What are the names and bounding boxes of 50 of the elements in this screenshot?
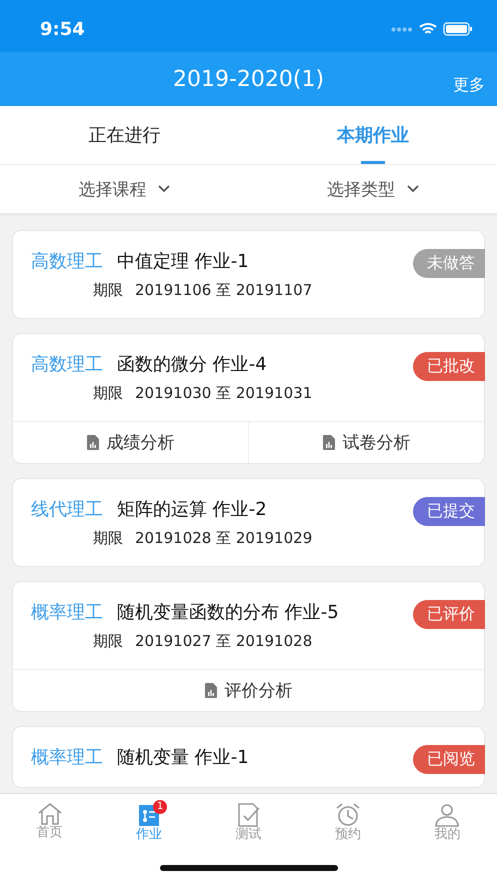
tab[interactable]: 正在进行 <box>0 106 248 164</box>
deadline-label: 期限 <box>93 281 123 300</box>
filter-dropdown[interactable]: 选择类型 <box>324 176 421 202</box>
assignment-title: 函数的微分 作业-4 <box>117 353 267 376</box>
status-badge: 已提交 <box>413 497 485 526</box>
assignment-title: 随机变量函数的分布 作业-5 <box>117 601 339 624</box>
course-name: 概率理工 <box>31 601 103 624</box>
chevron-down-icon <box>406 185 419 193</box>
chart-document-icon <box>204 683 216 698</box>
nav-tab[interactable]: 作业 1 <box>99 794 199 852</box>
checklist-icon <box>236 802 262 828</box>
signal-icon <box>391 26 413 32</box>
assignment-card[interactable]: 概率理工 随机变量函数的分布 作业-5 期限 20191027 至 20191028 已评价 评价分析 <box>12 581 485 712</box>
status-badge: 已阅览 <box>413 745 485 774</box>
chevron-down-icon <box>158 185 170 193</box>
count-badge: 1 <box>153 800 168 814</box>
deadline-label: 期限 <box>93 384 123 403</box>
assignment-title: 中值定理 作业-1 <box>117 250 249 273</box>
assignment-card[interactable]: 概率理工 随机变量 作业-1 已阅览 <box>12 726 485 788</box>
alarm-clock-icon <box>334 802 361 828</box>
assignment-card[interactable]: 高数理工 中值定理 作业-1 期限 20191106 至 20191107 未做答 <box>12 230 485 319</box>
course-name: 高数理工 <box>31 250 103 273</box>
deadline-label: 期限 <box>93 632 123 651</box>
deadline-dates: 20191106 至 20191107 <box>135 281 312 300</box>
analysis-button[interactable]: 试卷分析 <box>248 422 484 463</box>
analysis-button[interactable]: 成绩分析 <box>13 422 248 463</box>
deadline-dates: 20191030 至 20191031 <box>135 384 312 403</box>
user-icon <box>434 802 460 828</box>
house-icon <box>36 802 63 826</box>
assignment-title: 矩阵的运算 作业-2 <box>117 498 267 521</box>
status-badge: 未做答 <box>413 249 485 278</box>
course-name: 线代理工 <box>31 498 103 521</box>
status-badge: 已批改 <box>413 352 485 381</box>
assignment-title: 随机变量 作业-1 <box>117 746 249 769</box>
deadline-label: 期限 <box>93 529 123 548</box>
wifi-icon <box>419 22 437 36</box>
course-name: 概率理工 <box>31 746 103 769</box>
status-badge: 已评价 <box>413 600 485 629</box>
chart-document-icon <box>86 435 98 450</box>
battery-icon <box>443 22 473 36</box>
deadline-dates: 20191027 至 20191028 <box>135 632 312 651</box>
header-title: 2019-2020(1) <box>172 66 324 92</box>
clock-time: 9:54 <box>40 18 85 40</box>
analysis-button[interactable]: 评价分析 <box>13 670 484 711</box>
deadline-dates: 20191028 至 20191029 <box>135 529 312 548</box>
assignment-card[interactable]: 高数理工 函数的微分 作业-4 期限 20191030 至 20191031 已批改 成绩分析 试卷分析 <box>12 333 485 464</box>
assignment-card[interactable]: 线代理工 矩阵的运算 作业-2 期限 20191028 至 20191029 已提交 <box>12 478 485 567</box>
filter-dropdown[interactable]: 选择课程 <box>76 176 172 202</box>
course-name: 高数理工 <box>31 353 103 376</box>
chart-document-icon <box>322 435 334 450</box>
